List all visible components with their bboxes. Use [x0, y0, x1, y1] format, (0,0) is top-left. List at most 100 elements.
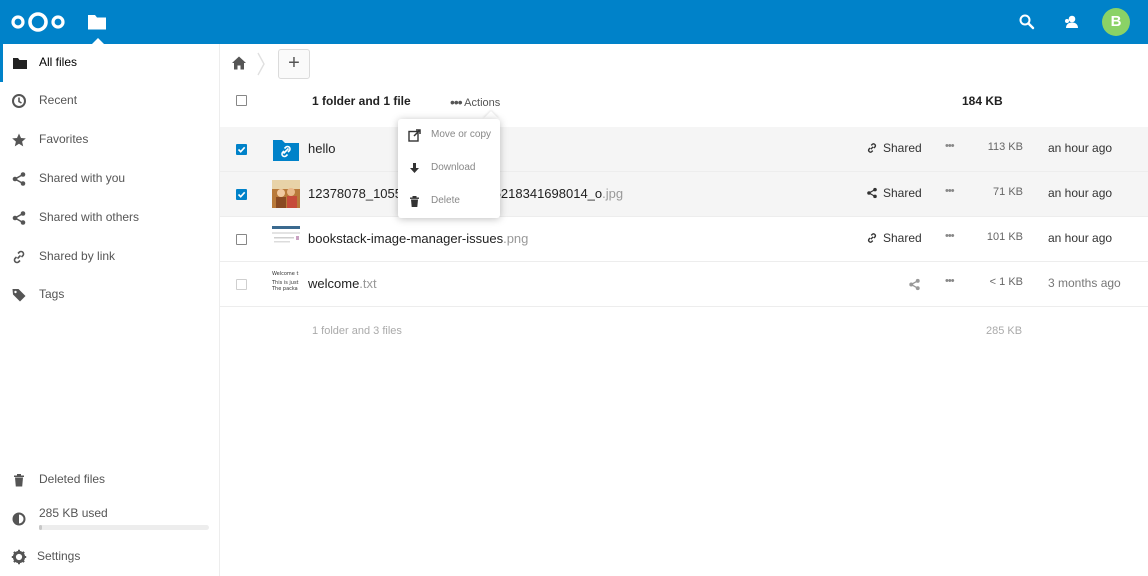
- link-icon: [867, 233, 877, 243]
- file-modified: an hour ago: [1048, 231, 1113, 245]
- table-row[interactable]: bookstack-image-manager-issues.png Share…: [220, 217, 1148, 262]
- sidebar-settings[interactable]: Settings: [0, 538, 219, 576]
- search-icon[interactable]: [1018, 13, 1036, 31]
- trash-icon: [410, 196, 419, 207]
- selection-size: 184 KB: [962, 94, 1003, 108]
- check-icon: [237, 191, 246, 198]
- user-avatar[interactable]: B: [1102, 8, 1130, 36]
- top-header: B: [0, 0, 1148, 44]
- file-modified: an hour ago: [1048, 186, 1113, 200]
- home-icon[interactable]: [231, 55, 247, 71]
- text-file-thumbnail: Welcome t This is just The packa: [272, 270, 300, 298]
- more-dots-icon: •••: [450, 94, 463, 110]
- row-checkbox[interactable]: [236, 279, 247, 290]
- select-all-checkbox[interactable]: [236, 95, 247, 106]
- nextcloud-logo[interactable]: [10, 10, 66, 34]
- quota-pie-icon: [12, 512, 26, 526]
- breadcrumb-separator: [257, 52, 265, 76]
- table-row[interactable]: 12378078_10551 495218341698014_o.jpg Shar…: [220, 172, 1148, 217]
- sidebar-item-label: Shared with others: [39, 210, 140, 224]
- quota-label: 285 KB used: [39, 506, 108, 520]
- star-icon: [12, 133, 26, 147]
- sidebar-item-tags[interactable]: Tags: [0, 276, 219, 314]
- share-label: Shared: [883, 186, 922, 200]
- gear-icon: [11, 549, 27, 565]
- external-move-icon: [408, 129, 421, 142]
- menu-item-move-copy[interactable]: Move or copy: [398, 119, 500, 152]
- row-checkbox[interactable]: [236, 234, 247, 245]
- table-row[interactable]: hello Shared ••• 113 KB an hour ago: [220, 127, 1148, 172]
- sidebar-item-label: Recent: [39, 93, 78, 107]
- file-modified: 3 months ago: [1048, 276, 1121, 290]
- new-file-button[interactable]: +: [278, 49, 310, 79]
- selection-summary: 1 folder and 1 file: [312, 94, 411, 108]
- tag-icon: [12, 289, 26, 302]
- file-extension: .txt: [359, 276, 377, 291]
- file-size: < 1 KB: [989, 276, 1023, 288]
- file-name[interactable]: bookstack-image-manager-issues.png: [308, 231, 528, 246]
- sidebar-item-label: All files: [39, 55, 78, 69]
- menu-item-download[interactable]: Download: [398, 152, 500, 185]
- file-size: 101 KB: [986, 231, 1023, 243]
- row-checkbox[interactable]: [236, 144, 247, 155]
- sidebar-item-shared-with-others[interactable]: Shared with others: [0, 199, 219, 237]
- file-modified: an hour ago: [1048, 141, 1113, 155]
- sidebar-item-label: Settings: [37, 549, 81, 563]
- menu-item-label: Move or copy: [431, 129, 492, 140]
- quota-bar: [39, 525, 209, 530]
- sidebar-item-shared-with-you[interactable]: Shared with you: [0, 160, 219, 198]
- share-label: Shared: [883, 231, 922, 245]
- file-size: 113 KB: [987, 141, 1023, 153]
- menu-item-delete[interactable]: Delete: [398, 185, 500, 218]
- sidebar-quota: 285 KB used: [0, 500, 219, 538]
- file-basename: hello: [308, 141, 336, 156]
- check-icon: [237, 146, 246, 153]
- share-label: Shared: [883, 141, 922, 155]
- file-name[interactable]: welcome.txt: [308, 276, 377, 291]
- row-checkbox[interactable]: [236, 189, 247, 200]
- share-icon: [867, 187, 877, 199]
- quota-bar-fill: [39, 525, 43, 530]
- filelist-summary: 1 folder and 3 files: [312, 325, 402, 337]
- share-icon[interactable]: [908, 278, 921, 291]
- download-icon: [410, 163, 419, 173]
- sidebar-item-favorites[interactable]: Favorites: [0, 121, 219, 159]
- table-row[interactable]: Welcome t This is just The packa welcome…: [220, 262, 1148, 307]
- clock-icon: [12, 94, 26, 108]
- shared-folder-icon: [273, 140, 299, 161]
- selection-actions-menu: Move or copy Download Delete: [398, 119, 500, 218]
- share-button[interactable]: Shared: [866, 141, 922, 155]
- sidebar-item-recent[interactable]: Recent: [0, 82, 219, 120]
- sidebar-item-label: Deleted files: [39, 472, 106, 486]
- contacts-icon[interactable]: [1063, 13, 1081, 31]
- filelist-total-size: 285 KB: [986, 325, 1023, 337]
- file-actions-menu-icon[interactable]: •••: [945, 185, 955, 197]
- selection-actions-button[interactable]: ••• Actions: [450, 94, 500, 110]
- file-basename: 12378078_10551: [308, 186, 410, 201]
- share-button[interactable]: Shared: [866, 231, 922, 245]
- sidebar-item-label: Shared by link: [39, 249, 116, 263]
- sidebar-item-all-files[interactable]: All files: [0, 44, 219, 82]
- file-extension: .jpg: [602, 186, 624, 201]
- file-actions-menu-icon[interactable]: •••: [945, 140, 955, 152]
- files-app-icon[interactable]: [87, 11, 107, 33]
- file-name[interactable]: hello: [308, 141, 335, 156]
- sidebar-item-deleted-files[interactable]: Deleted files: [0, 461, 219, 499]
- popover-arrow: [483, 111, 499, 119]
- trash-icon: [14, 474, 24, 487]
- screenshot-thumbnail: [272, 225, 300, 253]
- menu-item-label: Download: [431, 162, 476, 173]
- share-button[interactable]: Shared: [866, 186, 922, 200]
- sidebar-item-label: Shared with you: [39, 171, 126, 185]
- thumb-line: The packa: [272, 286, 298, 292]
- sidebar-item-shared-by-link[interactable]: Shared by link: [0, 238, 219, 276]
- folder-icon: [13, 58, 27, 69]
- file-basename: welcome: [308, 276, 360, 291]
- file-actions-menu-icon[interactable]: •••: [945, 275, 955, 287]
- file-actions-menu-icon[interactable]: •••: [945, 230, 955, 242]
- sidebar-item-label: Favorites: [39, 132, 89, 146]
- menu-item-label: Delete: [431, 195, 460, 206]
- link-icon: [13, 250, 25, 264]
- thumb-line: Welcome t: [272, 271, 299, 277]
- share-icon: [12, 211, 26, 225]
